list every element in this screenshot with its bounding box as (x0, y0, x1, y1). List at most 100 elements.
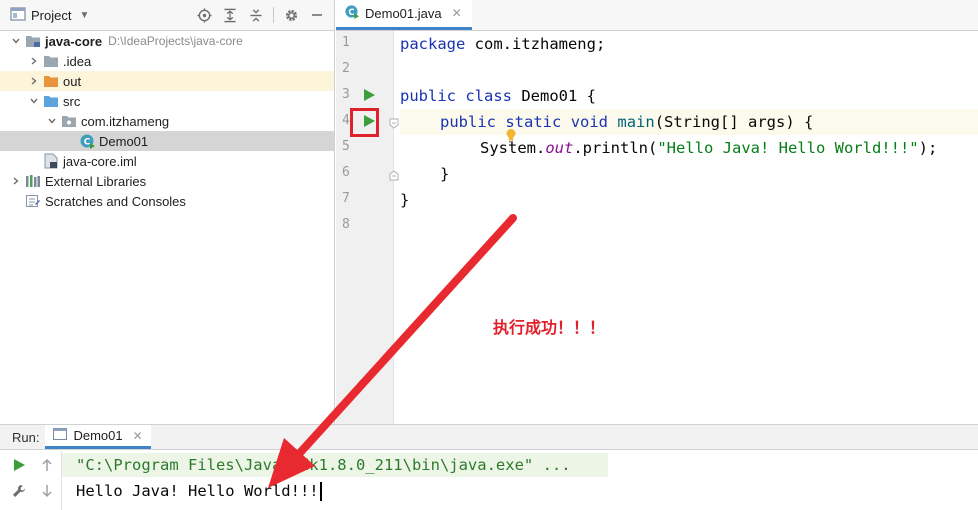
arrow-up-icon[interactable] (39, 457, 55, 473)
tab-label: Demo01.java (365, 5, 442, 21)
chevron-down-icon[interactable] (8, 33, 24, 49)
collapse-all-icon[interactable] (247, 6, 265, 24)
module-file-icon (42, 153, 60, 169)
line-number: 6 (342, 165, 350, 180)
code-line-1: package com.itzhameng; (400, 31, 978, 57)
tree-item-label: .idea (63, 53, 92, 69)
code-keyword: public (400, 87, 456, 105)
close-icon[interactable]: ✕ (452, 6, 462, 20)
chevron-down-icon: ▼ (79, 9, 90, 21)
editor-tab-bar: C Demo01.java ✕ (336, 0, 978, 31)
console-output[interactable]: "C:\Program Files\Java\jdk1.8.0_211\bin\… (62, 451, 978, 510)
tree-item-label: src (63, 93, 81, 109)
rerun-icon[interactable] (11, 457, 27, 473)
expand-all-icon[interactable] (221, 6, 239, 24)
run-toolbar (0, 451, 62, 510)
project-tool-window: Project ▼ java-core D:\IdeaProjects\java… (0, 0, 335, 424)
tree-item-java-core[interactable]: java-core D:\IdeaProjects\java-core (0, 31, 334, 51)
code-text-segment: System. (480, 139, 546, 157)
project-panel-header: Project ▼ (0, 0, 334, 31)
tree-item-package[interactable]: com.itzhameng (0, 111, 334, 131)
project-panel-title: Project (31, 7, 72, 23)
tree-item-label: com.itzhameng (81, 113, 170, 129)
code-method-name: main (617, 113, 655, 131)
source-folder-icon (42, 93, 60, 109)
wrench-icon[interactable] (11, 483, 27, 499)
chevron-right-icon[interactable] (8, 173, 24, 189)
code-line-7: } (400, 187, 978, 213)
tree-item-src[interactable]: src (0, 91, 334, 111)
run-tab-demo01[interactable]: Demo01 ✕ (45, 425, 151, 449)
close-icon[interactable]: ✕ (133, 429, 143, 443)
tree-item-idea[interactable]: .idea (0, 51, 334, 71)
line-number: 3 (342, 87, 350, 102)
code-keyword: package (400, 35, 466, 53)
tree-item-label: java-core (45, 33, 103, 49)
editor-gutter: 1 2 3 4 5 6 7 8 (336, 31, 399, 424)
code-text-segment: (String[] args) { (654, 113, 814, 131)
tree-item-external-libraries[interactable]: External Libraries (0, 171, 334, 191)
console-output-line: Hello Java! Hello World!!! (62, 479, 322, 503)
run-panel-label: Run: (12, 429, 40, 445)
code-text-segment: .println( (573, 139, 658, 157)
excluded-folder-icon (42, 73, 60, 89)
chevron-right-icon[interactable] (26, 53, 42, 69)
line-number: 1 (342, 35, 350, 50)
tab-demo01-java[interactable]: C Demo01.java ✕ (336, 0, 472, 30)
tree-item-scratches[interactable]: Scratches and Consoles (0, 191, 334, 211)
tree-item-label: Demo01 (99, 133, 149, 149)
code-text-segment: ); (918, 139, 938, 157)
minimize-icon[interactable] (308, 6, 326, 24)
text-caret (319, 481, 322, 501)
chevron-down-icon[interactable] (26, 93, 42, 109)
tree-item-iml[interactable]: java-core.iml (0, 151, 334, 171)
project-path: D:\IdeaProjects\java-core (108, 34, 243, 48)
project-view-selector[interactable]: Project ▼ (10, 6, 90, 24)
run-icon-highlight (350, 108, 379, 137)
tree-item-out[interactable]: out (0, 71, 334, 91)
code-line-5: System. out .println("Hello Java! Hello Wo… (400, 135, 978, 161)
gear-icon[interactable] (282, 6, 300, 24)
code-keyword: class (465, 87, 513, 105)
tree-item-label: out (63, 73, 82, 89)
code-area[interactable]: 1 2 3 4 5 6 7 8 package com.itzhameng; p… (336, 31, 978, 424)
code-line-4: public static void main (String[] args) { (400, 109, 978, 143)
line-number: 5 (342, 139, 350, 154)
console-output-text: Hello Java! Hello World!!! (76, 482, 319, 500)
code-text-segment: } (400, 191, 410, 209)
library-icon (24, 173, 42, 189)
tree-item-demo01[interactable]: C Demo01 (0, 131, 334, 151)
java-class-icon: C (78, 133, 96, 149)
code-text-segment: com.itzhameng; (465, 35, 606, 53)
svg-text:C: C (84, 138, 91, 148)
code-string: "Hello Java! Hello World!!!" (657, 139, 919, 157)
console-icon (53, 428, 68, 443)
success-annotation: 执行成功！！！ (493, 320, 606, 337)
code-text-segment: Demo01 { (512, 87, 597, 105)
code-keyword: void (570, 113, 609, 131)
locate-file-icon[interactable] (195, 6, 213, 24)
chevron-right-icon[interactable] (26, 73, 42, 89)
project-window-icon (10, 6, 26, 24)
module-folder-icon (24, 33, 42, 49)
code-text-segment: } (440, 165, 450, 183)
run-tab-label: Demo01 (73, 428, 123, 443)
fold-end-icon[interactable] (389, 169, 399, 181)
line-number: 8 (342, 217, 350, 232)
fold-icon[interactable] (389, 117, 399, 129)
code-static-field: out (545, 139, 574, 157)
package-icon (60, 113, 78, 129)
arrow-down-icon[interactable] (39, 483, 55, 499)
code-line-6: } (400, 161, 978, 187)
folder-icon (42, 53, 60, 69)
chevron-down-icon[interactable] (44, 113, 60, 129)
code-editor: C Demo01.java ✕ 1 2 3 4 5 6 7 8 package … (336, 0, 978, 424)
run-class-icon[interactable] (363, 89, 375, 101)
line-number: 7 (342, 191, 350, 206)
